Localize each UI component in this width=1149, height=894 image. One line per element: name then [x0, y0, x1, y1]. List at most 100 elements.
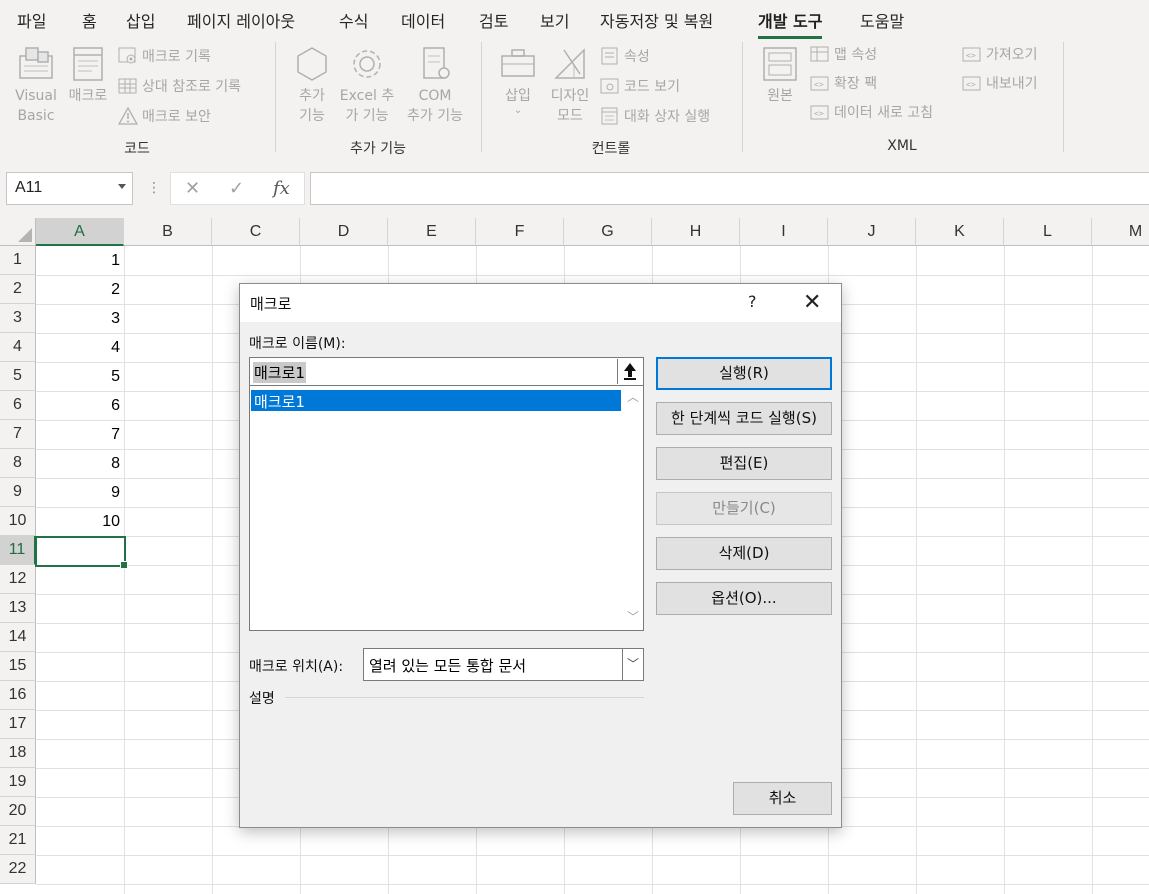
run-dialog-button[interactable]: 대화 상자 실행 — [600, 104, 710, 128]
tab-page-layout[interactable]: 페이지 레이아웃 — [187, 8, 295, 32]
row-header-7[interactable]: 7 — [0, 420, 36, 449]
addins-button[interactable]: 추가 기능 — [290, 44, 334, 126]
tab-data[interactable]: 데이터 — [401, 8, 445, 32]
row-header-1[interactable]: 1 — [0, 246, 36, 275]
com-addins-button[interactable]: COM 추가 기능 — [400, 44, 470, 126]
macro-name-input[interactable]: 매크로1 — [249, 357, 644, 386]
row-header-22[interactable]: 22 — [0, 855, 36, 884]
column-header-k[interactable]: K — [916, 218, 1004, 246]
cell-a9[interactable]: 9 — [36, 478, 124, 507]
scroll-down-icon[interactable]: ﹀ — [627, 608, 639, 625]
tab-home[interactable]: 홈 — [82, 8, 97, 32]
chevron-down-icon[interactable]: ﹀ — [622, 649, 643, 680]
cell-a4[interactable]: 4 — [36, 333, 124, 362]
record-macro-button[interactable]: 매크로 기록 — [118, 44, 211, 68]
row-header-9[interactable]: 9 — [0, 478, 36, 507]
cell-a2[interactable]: 2 — [36, 275, 124, 304]
create-button[interactable]: 만들기(C) — [656, 492, 832, 525]
cell-a3[interactable]: 3 — [36, 304, 124, 333]
macro-list-item[interactable]: 매크로1 — [251, 390, 621, 411]
xml-source-button[interactable]: 원본 — [758, 44, 802, 106]
cell-a8[interactable]: 8 — [36, 449, 124, 478]
cell-a5[interactable]: 5 — [36, 362, 124, 391]
delete-button[interactable]: 삭제(D) — [656, 537, 832, 570]
cell-a6[interactable]: 6 — [36, 391, 124, 420]
row-header-6[interactable]: 6 — [0, 391, 36, 420]
excel-addins-button[interactable]: Excel 추 가 기능 — [336, 44, 398, 126]
cancel-button[interactable]: 취소 — [733, 782, 832, 815]
tab-view[interactable]: 보기 — [540, 8, 569, 32]
chevron-down-icon[interactable] — [118, 184, 126, 189]
map-properties-button[interactable]: 맵 속성 — [810, 42, 877, 66]
close-icon[interactable]: ✕ — [803, 290, 821, 315]
dialog-titlebar[interactable]: 매크로 ? ✕ — [240, 284, 841, 322]
enter-icon[interactable]: ✓ — [229, 178, 244, 199]
column-header-j[interactable]: J — [828, 218, 916, 246]
visual-basic-button[interactable]: Visual Basic — [10, 44, 62, 126]
column-header-e[interactable]: E — [388, 218, 476, 246]
xml-export-button[interactable]: <> 내보내기 — [962, 71, 1038, 95]
column-header-g[interactable]: G — [564, 218, 652, 246]
run-button[interactable]: 실행(R) — [656, 357, 832, 390]
relative-reference-button[interactable]: 상대 참조로 기록 — [118, 74, 241, 98]
row-header-18[interactable]: 18 — [0, 739, 36, 768]
design-mode-button[interactable]: 디자인 모드 — [544, 44, 596, 126]
insert-control-button[interactable]: 삽입 ⌄ — [496, 44, 540, 116]
collapse-dialog-button[interactable] — [617, 359, 642, 384]
cell-a10[interactable]: 10 — [36, 507, 124, 536]
row-header-21[interactable]: 21 — [0, 826, 36, 855]
row-header-4[interactable]: 4 — [0, 333, 36, 362]
scroll-up-icon[interactable]: ︿ — [627, 388, 639, 405]
macro-list[interactable]: 매크로1 ︿ ﹀ — [249, 386, 644, 631]
macro-security-button[interactable]: 매크로 보안 — [118, 104, 211, 128]
view-code-button[interactable]: 코드 보기 — [600, 74, 680, 98]
row-header-13[interactable]: 13 — [0, 594, 36, 623]
list-scrollbar[interactable]: ︿ ﹀ — [621, 386, 643, 630]
row-header-20[interactable]: 20 — [0, 797, 36, 826]
cell-a1[interactable]: 1 — [36, 246, 124, 275]
row-header-15[interactable]: 15 — [0, 652, 36, 681]
active-cell-a11[interactable] — [35, 536, 128, 569]
insert-function-icon[interactable]: fx — [273, 178, 290, 199]
column-header-i[interactable]: I — [740, 218, 828, 246]
row-header-2[interactable]: 2 — [0, 275, 36, 304]
expansion-packs-button[interactable]: <> 확장 팩 — [810, 71, 877, 95]
column-header-h[interactable]: H — [652, 218, 740, 246]
tab-developer[interactable]: 개발 도구 — [758, 8, 823, 39]
row-header-14[interactable]: 14 — [0, 623, 36, 652]
cell-a7[interactable]: 7 — [36, 420, 124, 449]
xml-import-button[interactable]: <> 가져오기 — [962, 42, 1038, 66]
cancel-icon[interactable]: ✕ — [185, 178, 200, 199]
edit-button[interactable]: 편집(E) — [656, 447, 832, 480]
column-header-b[interactable]: B — [124, 218, 212, 246]
column-header-m[interactable]: M — [1092, 218, 1149, 246]
macro-location-select[interactable]: 열려 있는 모든 통합 문서 ﹀ — [363, 648, 644, 681]
macro-button[interactable]: 매크로 — [64, 44, 112, 106]
tab-help[interactable]: 도움말 — [860, 8, 904, 32]
row-header-10[interactable]: 10 — [0, 507, 36, 536]
row-header-17[interactable]: 17 — [0, 710, 36, 739]
tab-autosave-recovery[interactable]: 자동저장 및 복원 — [600, 8, 713, 32]
refresh-data-button[interactable]: <> 데이터 새로 고침 — [810, 100, 933, 124]
options-button[interactable]: 옵션(O)... — [656, 582, 832, 615]
name-box[interactable]: A11 — [6, 172, 133, 205]
column-header-c[interactable]: C — [212, 218, 300, 246]
row-header-11[interactable]: 11 — [0, 536, 36, 565]
step-into-button[interactable]: 한 단계씩 코드 실행(S) — [656, 402, 832, 435]
column-header-l[interactable]: L — [1004, 218, 1092, 246]
row-header-5[interactable]: 5 — [0, 362, 36, 391]
tab-insert[interactable]: 삽입 — [126, 8, 155, 32]
tab-review[interactable]: 검토 — [479, 8, 508, 32]
row-header-16[interactable]: 16 — [0, 681, 36, 710]
tab-formulas[interactable]: 수식 — [339, 8, 368, 32]
row-header-3[interactable]: 3 — [0, 304, 36, 333]
properties-button[interactable]: 속성 — [600, 44, 650, 68]
column-header-d[interactable]: D — [300, 218, 388, 246]
select-all-button[interactable] — [0, 218, 36, 246]
tab-file[interactable]: 파일 — [17, 8, 46, 32]
formula-input[interactable] — [310, 172, 1149, 205]
column-header-a[interactable]: A — [36, 218, 124, 246]
row-header-8[interactable]: 8 — [0, 449, 36, 478]
help-icon[interactable]: ? — [748, 292, 757, 311]
row-header-19[interactable]: 19 — [0, 768, 36, 797]
